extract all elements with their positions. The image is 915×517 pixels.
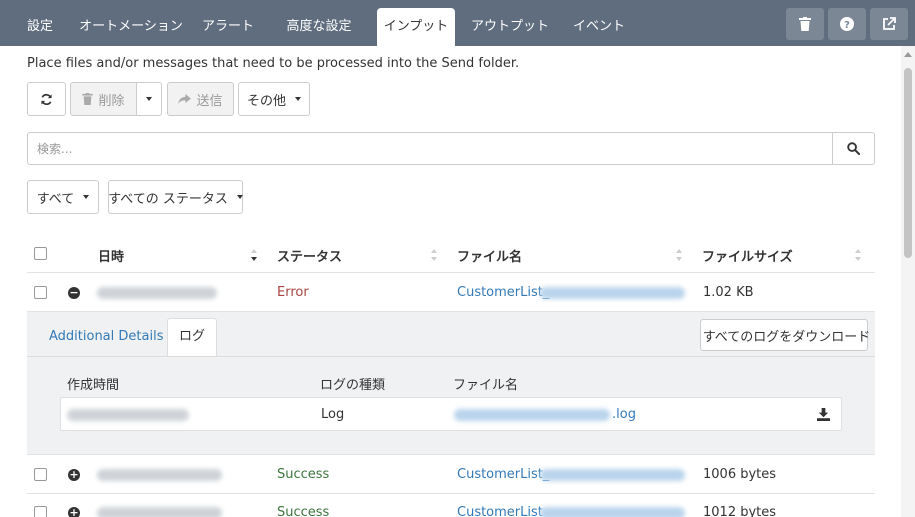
- collapse-row-icon[interactable]: −: [68, 287, 80, 299]
- column-header-status[interactable]: ステータス: [277, 246, 342, 265]
- filter-status-label: すべての ステータス: [108, 191, 228, 207]
- caret-down-icon: [83, 195, 90, 199]
- sort-icon[interactable]: [675, 247, 683, 263]
- column-header-filesize[interactable]: ファイルサイズ: [702, 246, 793, 265]
- share-arrow-icon: [178, 93, 192, 104]
- redacted-datetime: [97, 287, 217, 299]
- trash-icon: [799, 17, 811, 31]
- delete-label: 削除: [98, 93, 125, 109]
- header-divider: [27, 272, 875, 273]
- download-icon[interactable]: [817, 408, 830, 421]
- log-header-filename: ファイル名: [453, 378, 519, 393]
- refresh-icon: [41, 93, 52, 105]
- filesize-text: 1.02 KB: [703, 285, 754, 300]
- select-all-checkbox[interactable]: [34, 247, 47, 260]
- top-tab-bar: 設定 オートメーション アラート 高度な設定 インプット アウトプット イベント…: [0, 0, 915, 46]
- tab-advanced-settings[interactable]: 高度な設定: [274, 8, 364, 46]
- delete-button[interactable]: 削除: [70, 82, 137, 116]
- tab-settings[interactable]: 設定: [14, 8, 66, 46]
- status-text: Error: [277, 285, 309, 300]
- tab-alerts[interactable]: アラート: [196, 8, 260, 46]
- filename-link[interactable]: CustomerList_: [457, 285, 549, 300]
- filter-status-dropdown[interactable]: すべての ステータス: [108, 180, 243, 214]
- tab-additional-details-label: Additional Details: [49, 329, 164, 344]
- row-divider: [27, 454, 875, 455]
- redacted-filename: [540, 507, 685, 517]
- sort-icon[interactable]: [430, 247, 438, 263]
- redacted-log-created: [67, 409, 189, 421]
- delete-connector-button[interactable]: [786, 8, 824, 40]
- help-button[interactable]: ?: [828, 8, 866, 40]
- sort-icon[interactable]: [854, 247, 862, 263]
- more-actions-button[interactable]: その他: [238, 82, 310, 116]
- send-label: 送信: [196, 93, 223, 109]
- row-divider: [27, 493, 875, 494]
- redacted-filename: [540, 287, 685, 299]
- log-header-created: 作成時間: [67, 378, 120, 393]
- instruction-text: Place files and/or messages that need to…: [27, 56, 520, 71]
- sort-desc-icon[interactable]: [250, 247, 258, 263]
- refresh-button[interactable]: [27, 82, 66, 116]
- scrollbar-thumb[interactable]: [904, 68, 912, 258]
- tab-events[interactable]: イベント: [564, 8, 634, 46]
- scroll-up-arrow[interactable]: [904, 52, 912, 57]
- column-header-filename[interactable]: ファイル名: [457, 246, 522, 265]
- tab-additional-details[interactable]: Additional Details: [49, 329, 163, 344]
- row-checkbox[interactable]: [34, 506, 47, 517]
- svg-text:?: ?: [844, 20, 850, 31]
- caret-down-icon: [295, 97, 301, 101]
- download-all-label: すべてのログをダウンロード: [702, 329, 871, 345]
- row-checkbox[interactable]: [34, 468, 47, 481]
- row-detail-panel: Additional Details ログ すべてのログをダウンロード 作成時間…: [27, 312, 875, 454]
- redacted-datetime: [97, 507, 222, 517]
- log-header-type: ログの種類: [320, 378, 386, 393]
- trash-icon: [82, 93, 94, 105]
- send-button[interactable]: 送信: [167, 82, 234, 116]
- expand-row-icon[interactable]: +: [68, 507, 80, 517]
- search-button[interactable]: [832, 133, 874, 164]
- download-all-logs-button[interactable]: すべてのログをダウンロード: [700, 319, 871, 351]
- redacted-datetime: [97, 469, 222, 481]
- filename-link[interactable]: CustomerList_: [457, 505, 549, 517]
- log-file-link[interactable]: .log: [612, 407, 636, 422]
- log-type-text: Log: [321, 407, 345, 422]
- filename-link[interactable]: CustomerList_: [457, 467, 549, 482]
- search-icon: [847, 142, 860, 155]
- tab-automation[interactable]: オートメーション: [78, 8, 184, 46]
- delete-dropdown-toggle[interactable]: [136, 82, 162, 116]
- tab-output[interactable]: アウトプット: [468, 8, 552, 46]
- caret-down-icon: [146, 97, 152, 101]
- caret-down-icon: [236, 195, 243, 199]
- tab-log[interactable]: ログ: [167, 318, 217, 356]
- tab-input[interactable]: インプット: [377, 8, 455, 46]
- log-row: Log .log: [60, 397, 842, 431]
- filter-all-dropdown[interactable]: すべて: [27, 180, 99, 214]
- detail-tab-divider: [27, 356, 875, 357]
- filesize-text: 1006 bytes: [703, 467, 777, 482]
- search-input[interactable]: [28, 133, 833, 164]
- row-checkbox[interactable]: [34, 286, 47, 299]
- column-header-datetime[interactable]: 日時: [98, 246, 124, 265]
- expand-row-icon[interactable]: +: [68, 469, 80, 481]
- redacted-log-filename: [454, 409, 610, 421]
- external-link-icon: [883, 17, 896, 30]
- help-icon: ?: [840, 17, 854, 31]
- search-bar: [27, 132, 875, 165]
- status-text: Success: [277, 467, 330, 482]
- filesize-text: 1012 bytes: [703, 505, 777, 517]
- popout-button[interactable]: [870, 8, 908, 40]
- redacted-filename: [540, 469, 685, 481]
- more-label: その他: [246, 93, 286, 109]
- status-text: Success: [277, 505, 330, 517]
- filter-all-label: すべて: [36, 191, 75, 207]
